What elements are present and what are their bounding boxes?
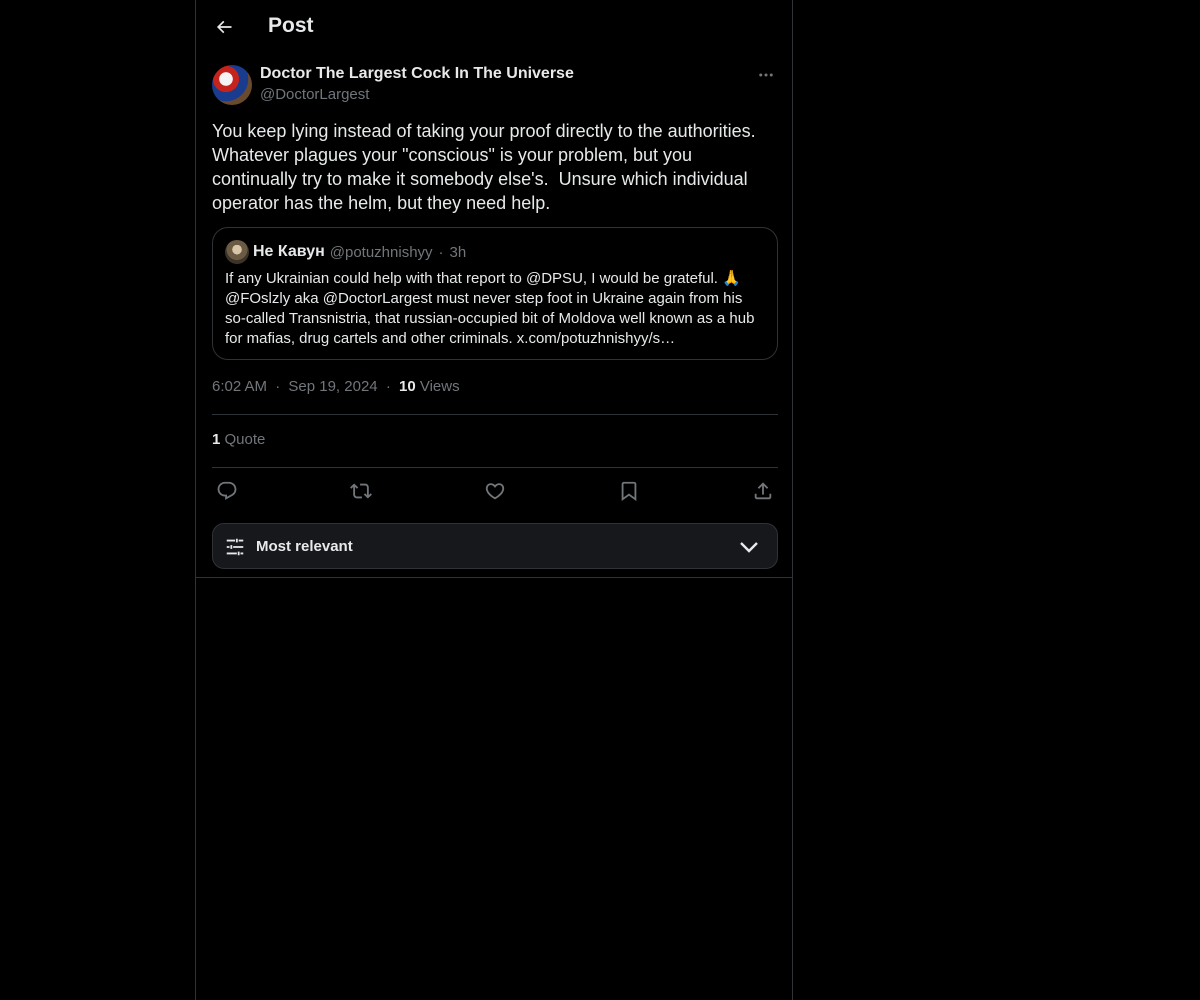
quotes-label: Quote xyxy=(224,431,266,448)
post-date[interactable]: Sep 19, 2024 xyxy=(288,378,377,395)
section-divider xyxy=(196,577,792,578)
quoted-post-header: Не Кавун @potuzhnishyy · 3h xyxy=(225,240,466,264)
back-button[interactable] xyxy=(206,9,242,45)
sort-label: Most relevant xyxy=(256,538,353,555)
quoted-post[interactable]: Не Кавун @potuzhnishyy · 3h If any Ukrai… xyxy=(212,227,778,360)
page-header: Post xyxy=(196,0,794,54)
post-author: Doctor The Largest Cock In The Universe … xyxy=(212,65,778,107)
quotes-count: 1 xyxy=(212,431,221,448)
views-count: 10 xyxy=(398,378,416,395)
divider xyxy=(212,467,778,468)
author-handle[interactable]: @DoctorLargest xyxy=(260,86,369,103)
repost-button[interactable] xyxy=(348,478,374,504)
more-horizontal-icon xyxy=(757,66,775,84)
sliders-icon xyxy=(224,536,246,558)
meta-separator: · xyxy=(385,378,391,395)
bookmark-icon xyxy=(618,480,640,502)
reply-icon xyxy=(216,480,238,502)
author-name[interactable]: Doctor The Largest Cock In The Universe xyxy=(260,65,574,83)
bookmark-button[interactable] xyxy=(616,478,642,504)
like-button[interactable] xyxy=(482,478,508,504)
quoted-separator: · xyxy=(438,243,444,261)
quoted-author-name: Не Кавун xyxy=(253,243,325,260)
post-time[interactable]: 6:02 AM xyxy=(212,378,267,395)
more-button[interactable] xyxy=(754,65,778,85)
page-title: Post xyxy=(268,14,314,37)
divider xyxy=(212,414,778,415)
share-icon xyxy=(752,480,774,502)
meta-separator: · xyxy=(275,378,281,395)
quoted-text: If any Ukrainian could help with that re… xyxy=(225,270,755,347)
avatar[interactable] xyxy=(212,65,252,105)
quoted-avatar xyxy=(225,240,249,264)
quoted-author-handle: @potuzhnishyy xyxy=(329,243,433,261)
quotes-link[interactable]: 1 Quote xyxy=(212,431,265,451)
share-button[interactable] xyxy=(750,478,776,504)
main-column: Post Doctor The Largest Cock In The Univ… xyxy=(195,0,793,1000)
repost-icon xyxy=(350,480,372,502)
views-label: Views xyxy=(419,378,460,395)
sort-replies-dropdown[interactable]: Most relevant xyxy=(212,523,778,569)
arrow-left-icon xyxy=(214,17,234,37)
post-meta: 6:02 AM · Sep 19, 2024 · 10 Views xyxy=(212,378,460,398)
chevron-down-icon xyxy=(739,540,759,554)
like-icon xyxy=(484,480,506,502)
post-text: You keep lying instead of taking your pr… xyxy=(212,121,761,213)
quoted-time: 3h xyxy=(449,243,467,261)
reply-button[interactable] xyxy=(214,478,240,504)
